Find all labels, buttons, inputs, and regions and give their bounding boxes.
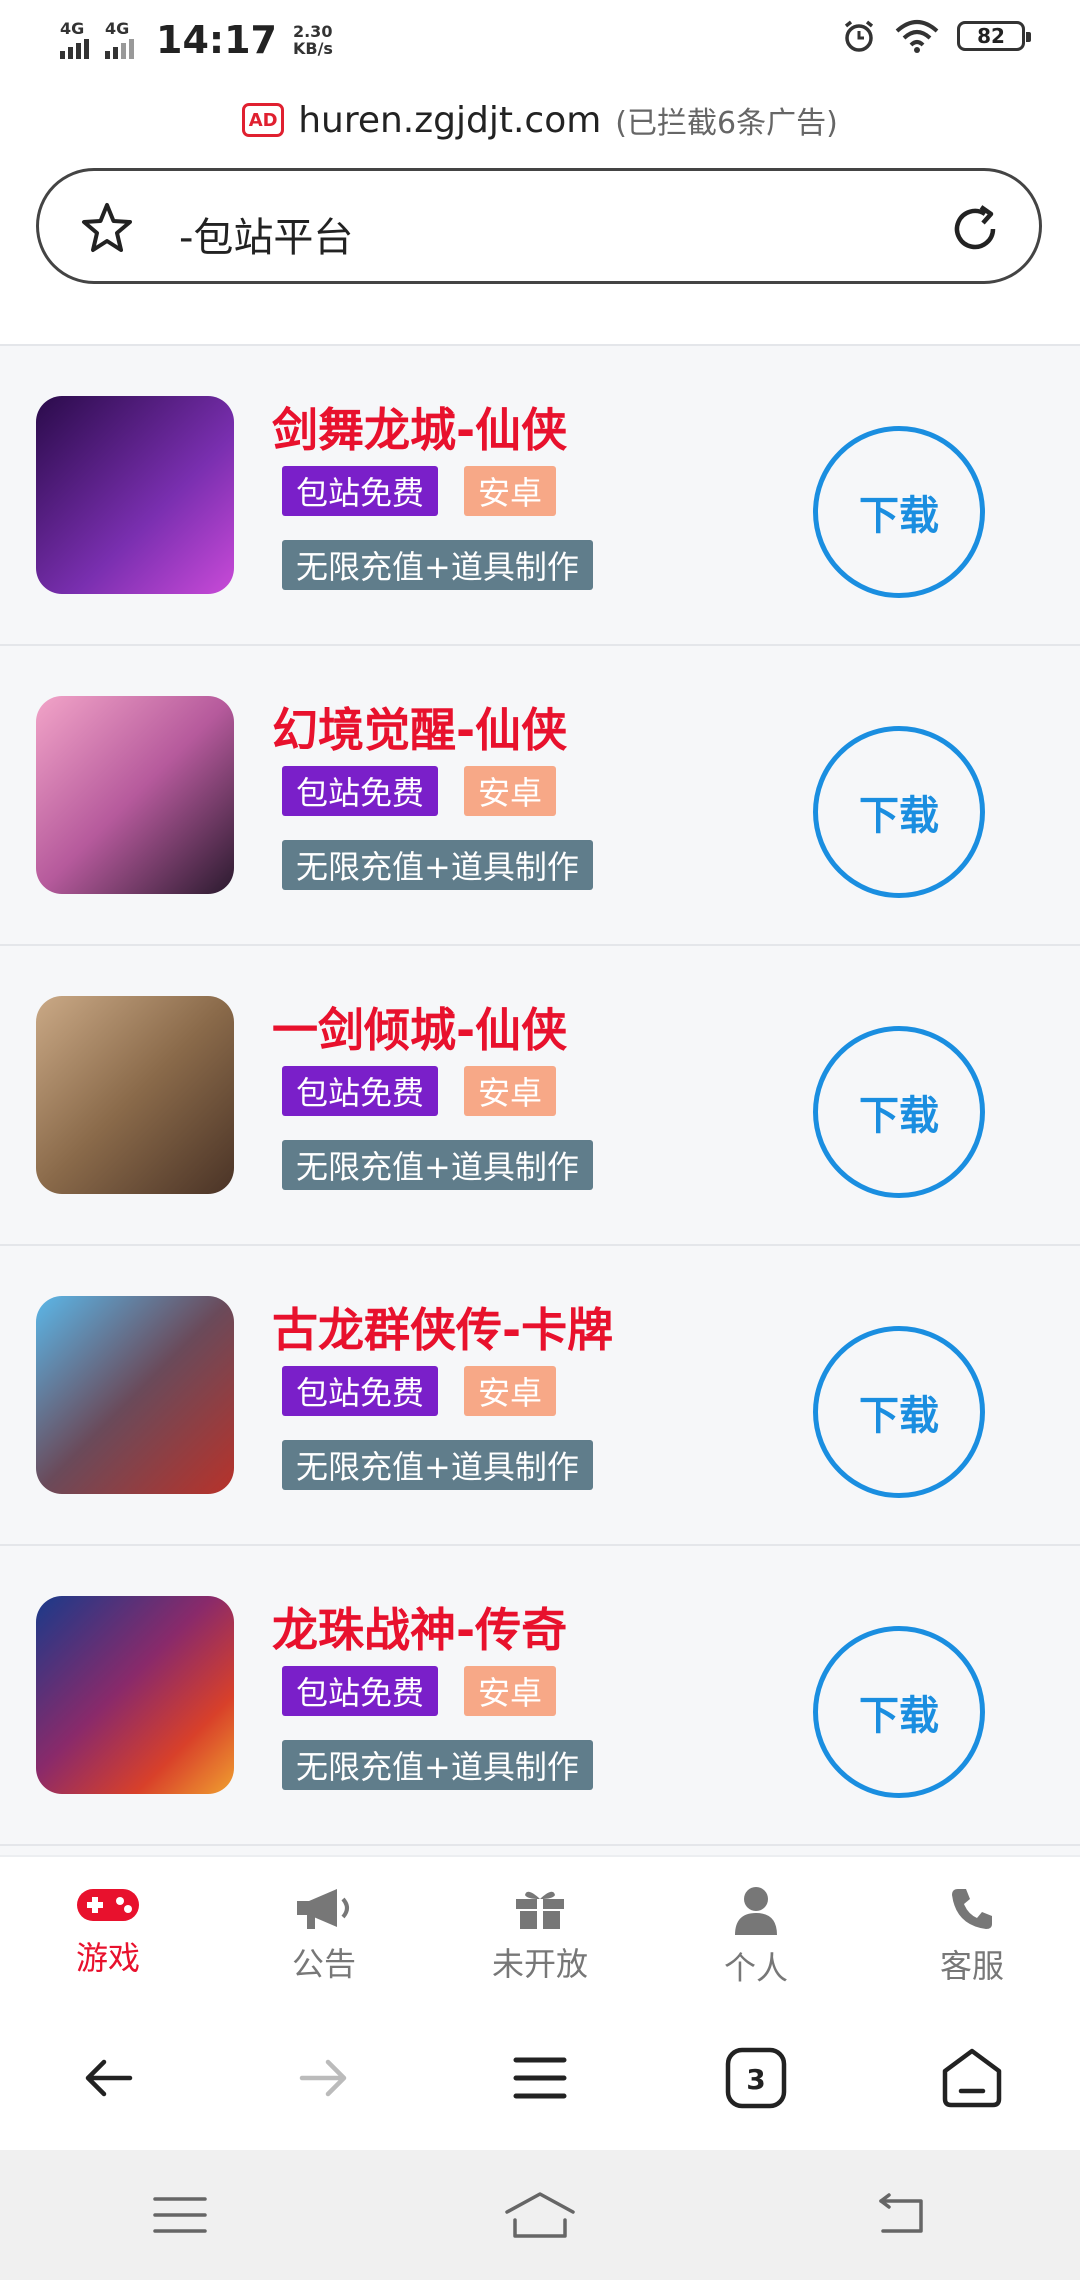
page-url[interactable]: huren.zgjdjt.com — [298, 100, 601, 141]
tag-free: 包站免费 — [282, 766, 439, 816]
tag-feature: 无限充值+道具制作 — [282, 1440, 593, 1490]
game-item: 龙珠战神-传奇 包站免费 安卓 无限充值+道具制作 下载 — [0, 1546, 1080, 1846]
gift-icon — [516, 1891, 564, 1929]
menu-icon — [513, 2057, 567, 2098]
system-back-button[interactable] — [720, 2150, 1080, 2280]
download-button[interactable]: 下载 — [813, 726, 985, 898]
arrow-right-icon — [299, 2059, 347, 2096]
tag-free: 包站免费 — [282, 1066, 439, 1116]
tag-free: 包站免费 — [282, 466, 439, 516]
tab-label: 未开放 — [491, 1945, 588, 1983]
game-item: 一剑倾城-仙侠 包站免费 安卓 无限充值+道具制作 下载 — [0, 946, 1080, 1246]
ad-block-icon[interactable]: AD — [242, 103, 285, 137]
tag-feature: 无限充值+道具制作 — [282, 540, 593, 590]
download-button[interactable]: 下载 — [813, 1326, 985, 1498]
menu-icon — [153, 2197, 207, 2233]
tabs-count-icon: 3 — [725, 2047, 787, 2108]
gamepad-icon — [77, 1889, 139, 1921]
back-button[interactable] — [0, 2005, 216, 2150]
tag-platform: 安卓 — [464, 766, 557, 816]
game-icon[interactable] — [36, 1296, 234, 1494]
game-item: 幻境觉醒-仙侠 包站免费 安卓 无限充值+道具制作 下载 — [0, 646, 1080, 946]
battery-indicator: 82 — [957, 21, 1031, 51]
blocked-ads-count: (已拦截6条广告) — [615, 106, 838, 141]
game-name[interactable]: 龙珠战神-传奇 — [272, 1594, 567, 1660]
game-list: 剑舞龙城-仙侠 包站免费 安卓 无限充值+道具制作 下载 幻境觉醒-仙侠 包站免… — [0, 310, 1080, 1855]
tag-platform: 安卓 — [464, 1066, 557, 1116]
game-item: 剑舞龙城-仙侠 包站免费 安卓 无限充值+道具制作 下载 — [0, 346, 1080, 646]
page-title: -包站平台 — [179, 215, 354, 261]
signal-bars-icon — [60, 37, 89, 59]
browser-nav-bar: 3 — [0, 2005, 1080, 2150]
home-button[interactable] — [864, 2005, 1080, 2150]
signal-bars-icon — [105, 37, 134, 59]
tag-free: 包站免费 — [282, 1666, 439, 1716]
tab-label: 游戏 — [75, 1939, 140, 1977]
game-icon[interactable] — [36, 996, 234, 1194]
tab-announcements[interactable]: 公告 — [216, 1857, 432, 2007]
system-nav-bar — [0, 2150, 1080, 2280]
menu-button[interactable] — [432, 2005, 648, 2150]
tag-feature: 无限充值+道具制作 — [282, 840, 593, 890]
person-icon — [735, 1887, 777, 1935]
tag-platform: 安卓 — [464, 1666, 557, 1716]
tag-feature: 无限充值+道具制作 — [282, 1740, 593, 1790]
address-bar[interactable]: -包站平台 — [36, 168, 1042, 284]
home-icon — [942, 2048, 1002, 2107]
tab-unopened[interactable]: 未开放 — [432, 1857, 648, 2007]
alarm-icon — [844, 20, 874, 52]
signal-1: 4G — [60, 21, 89, 59]
tag-platform: 安卓 — [464, 1366, 557, 1416]
tab-label: 公告 — [291, 1945, 356, 1983]
clock: 14:17 — [156, 18, 277, 62]
download-button[interactable]: 下载 — [813, 1626, 985, 1798]
url-line: AD huren.zgjdjt.com (已拦截6条广告) — [0, 90, 1080, 150]
game-icon[interactable] — [36, 696, 234, 894]
game-item: 古龙群侠传-卡牌 包站免费 安卓 无限充值+道具制作 下载 — [0, 1246, 1080, 1546]
status-bar: 4G 4G 14:17 2.30 KB/s 82 — [0, 0, 1080, 80]
wifi-icon — [895, 20, 939, 53]
app-tab-bar: 游戏 公告 未开放 个人 客服 — [0, 1855, 1080, 2007]
game-icon[interactable] — [36, 396, 234, 594]
system-menu-button[interactable] — [0, 2150, 360, 2280]
home-outline-icon — [505, 2192, 575, 2238]
reload-icon[interactable] — [947, 201, 1003, 257]
tab-label: 客服 — [939, 1947, 1004, 1985]
arrow-left-icon — [85, 2059, 133, 2096]
download-button[interactable]: 下载 — [813, 1026, 985, 1198]
tab-personal[interactable]: 个人 — [648, 1857, 864, 2007]
network-type-2: 4G — [105, 19, 130, 38]
signal-2: 4G — [105, 21, 134, 59]
network-type-1: 4G — [60, 19, 85, 38]
game-name[interactable]: 古龙群侠传-卡牌 — [272, 1294, 613, 1360]
network-speed: 2.30 KB/s — [292, 22, 333, 58]
tab-count: 3 — [746, 2063, 765, 2096]
bookmark-star-icon[interactable] — [79, 201, 135, 257]
game-icon[interactable] — [36, 1596, 234, 1794]
tag-platform: 安卓 — [464, 466, 557, 516]
game-name[interactable]: 剑舞龙城-仙侠 — [272, 394, 567, 460]
download-button[interactable]: 下载 — [813, 426, 985, 598]
game-name[interactable]: 一剑倾城-仙侠 — [272, 994, 567, 1060]
back-return-icon — [879, 2193, 923, 2233]
tag-feature: 无限充值+道具制作 — [282, 1140, 593, 1190]
phone-icon — [952, 1889, 992, 1929]
tab-label: 个人 — [723, 1949, 788, 1987]
tab-games[interactable]: 游戏 — [0, 1857, 216, 2007]
game-name[interactable]: 幻境觉醒-仙侠 — [272, 694, 567, 760]
tab-customer-service[interactable]: 客服 — [864, 1857, 1080, 2007]
system-home-button[interactable] — [360, 2150, 720, 2280]
tabs-button[interactable]: 3 — [648, 2005, 864, 2150]
tag-free: 包站免费 — [282, 1366, 439, 1416]
megaphone-icon — [297, 1889, 349, 1929]
forward-button[interactable] — [216, 2005, 432, 2150]
